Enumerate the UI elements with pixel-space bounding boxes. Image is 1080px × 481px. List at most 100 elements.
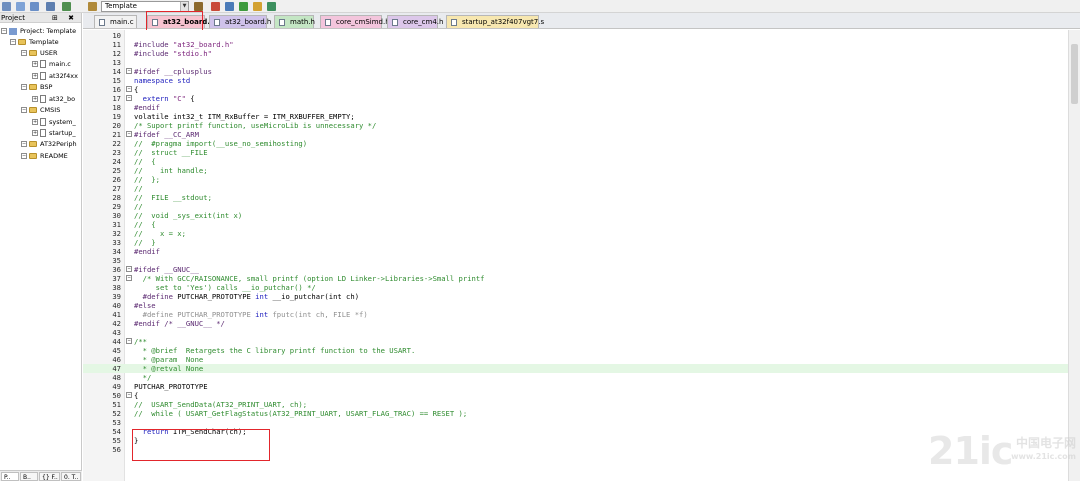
tab-templates[interactable]: 0. T.. <box>61 472 81 481</box>
code-line[interactable]: 36− #ifdef __GNUC__ <box>83 265 1080 274</box>
pack-installer-icon[interactable] <box>253 2 262 11</box>
file-extensions-icon[interactable] <box>211 2 220 11</box>
code-line[interactable]: 43 <box>83 328 1080 337</box>
batch-build-icon[interactable] <box>46 2 55 11</box>
run-time-env-icon[interactable] <box>267 2 276 11</box>
code-line[interactable]: 19 volatile int32_t ITM_RxBuffer = ITM_RX… <box>83 112 1080 121</box>
code-line[interactable]: 20 /* Suport printf function, useMicroLib… <box>83 121 1080 130</box>
tree-item[interactable]: + at32f4xx <box>32 71 78 82</box>
code-line[interactable]: 37− /* With GCC/RAISONANCE, small printf… <box>83 274 1080 283</box>
fold-icon[interactable]: − <box>126 86 132 92</box>
code-editor[interactable]: 10 11 #include "at32_board.h" 12 #include "s… <box>83 30 1080 481</box>
code-line[interactable]: 14− #ifdef __cplusplus <box>83 67 1080 76</box>
code-line[interactable]: 15 namespace std <box>83 76 1080 85</box>
code-line[interactable]: 34 #endif <box>83 247 1080 256</box>
code-line[interactable]: 21− #ifdef __CC_ARM <box>83 130 1080 139</box>
collapse-icon[interactable]: − <box>21 107 27 113</box>
panel-buttons[interactable]: ⊞ ✖ <box>52 13 78 23</box>
fold-icon[interactable]: − <box>126 131 132 137</box>
code-line[interactable]: 44−/** <box>83 337 1080 346</box>
code-line[interactable]: 42 #endif /* __GNUC__ */ <box>83 319 1080 328</box>
tab-functions[interactable]: {} F.. <box>39 472 60 481</box>
code-line[interactable]: 18 #endif <box>83 103 1080 112</box>
code-line[interactable]: 32 // x = x; <box>83 229 1080 238</box>
code-line[interactable]: 10 <box>83 31 1080 40</box>
code-line[interactable]: 38 set to 'Yes') calls __io_putchar() */ <box>83 283 1080 292</box>
options-icon[interactable] <box>88 2 97 11</box>
fold-icon[interactable]: − <box>126 95 132 101</box>
code-line[interactable]: 49 PUTCHAR_PROTOTYPE <box>83 382 1080 391</box>
code-line[interactable]: 41 #define PUTCHAR_PROTOTYPE int fputc(i… <box>83 310 1080 319</box>
tab-books[interactable]: B.. <box>20 472 38 481</box>
code-line[interactable]: 40 #else <box>83 301 1080 310</box>
collapse-icon[interactable]: − <box>1 28 7 34</box>
code-line[interactable]: 22 // #pragma import(__use_no_semihosting… <box>83 139 1080 148</box>
code-line[interactable]: 13 <box>83 58 1080 67</box>
fold-icon[interactable]: − <box>126 338 132 344</box>
collapse-icon[interactable]: − <box>21 141 27 147</box>
chevron-down-icon[interactable]: ▼ <box>180 2 188 11</box>
code-line[interactable]: 47 * @retval None <box>83 364 1080 373</box>
code-line[interactable]: 16−{ <box>83 85 1080 94</box>
code-line[interactable]: 46 * @param None <box>83 355 1080 364</box>
tree-item[interactable]: + main.c <box>32 59 71 70</box>
rebuild-icon[interactable] <box>30 2 39 11</box>
code-line[interactable]: 25 // int handle; <box>83 166 1080 175</box>
target-options-icon[interactable] <box>194 2 203 11</box>
expand-icon[interactable]: + <box>32 61 38 67</box>
fold-icon[interactable]: − <box>126 68 132 74</box>
code-line[interactable]: 30 // void _sys_exit(int x) <box>83 211 1080 220</box>
collapse-icon[interactable]: − <box>21 153 27 159</box>
tab-core-cmsimd-h[interactable]: core_cmSimd.h <box>320 15 390 28</box>
tree-item[interactable]: − CMSIS <box>21 105 60 116</box>
code-line[interactable]: 48 */ <box>83 373 1080 382</box>
code-line[interactable]: 50−{ <box>83 391 1080 400</box>
fold-icon[interactable]: − <box>126 392 132 398</box>
tab-main-c[interactable]: main.c <box>94 15 137 28</box>
code-line[interactable]: 53 <box>83 418 1080 427</box>
code-line[interactable]: 27 // <box>83 184 1080 193</box>
tab-core-cm4-h[interactable]: core_cm4.h <box>387 15 443 28</box>
code-line[interactable]: 12 #include "stdio.h" <box>83 49 1080 58</box>
scrollbar-thumb[interactable] <box>1071 44 1078 104</box>
code-line[interactable]: 51 // USART_SendData(AT32_PRINT_UART, ch)… <box>83 400 1080 409</box>
tree-root[interactable]: − Project: Template <box>1 26 76 37</box>
vertical-scrollbar[interactable] <box>1068 30 1080 481</box>
tree-item[interactable]: − Template <box>10 37 59 48</box>
translate-icon[interactable] <box>2 2 11 11</box>
tree-item[interactable]: − USER <box>21 48 58 59</box>
tab-at32-board-h[interactable]: at32_board.h <box>209 15 271 28</box>
tree-item[interactable]: − README <box>21 151 68 162</box>
expand-icon[interactable]: + <box>32 96 38 102</box>
tree-item[interactable]: + at32_bo <box>32 94 75 105</box>
tree-item[interactable]: − AT32Periph <box>21 139 77 150</box>
code-line[interactable]: 29 // <box>83 202 1080 211</box>
code-line[interactable]: 17− extern "C" { <box>83 94 1080 103</box>
code-line[interactable]: 33 // } <box>83 238 1080 247</box>
tab-project[interactable]: P.. <box>1 472 19 481</box>
select-packs-icon[interactable] <box>239 2 248 11</box>
tree-item[interactable]: + startup_ <box>32 128 76 139</box>
expand-icon[interactable]: + <box>32 119 38 125</box>
fold-icon[interactable]: − <box>126 266 132 272</box>
code-line[interactable]: 24 // { <box>83 157 1080 166</box>
collapse-icon[interactable]: − <box>21 84 27 90</box>
code-line[interactable]: 26 // }; <box>83 175 1080 184</box>
code-line[interactable]: 35 <box>83 256 1080 265</box>
collapse-icon[interactable]: − <box>10 39 16 45</box>
expand-icon[interactable]: + <box>32 130 38 136</box>
code-line[interactable]: 52 // while ( USART_GetFlagStatus(AT32_PR… <box>83 409 1080 418</box>
code-line[interactable]: 45 * @brief Retargets the C library prin… <box>83 346 1080 355</box>
code-line[interactable]: 31 // { <box>83 220 1080 229</box>
tree-item[interactable]: + system_ <box>32 117 76 128</box>
manage-components-icon[interactable] <box>225 2 234 11</box>
download-icon[interactable] <box>62 2 71 11</box>
code-line[interactable]: 28 // FILE __stdout; <box>83 193 1080 202</box>
expand-icon[interactable]: + <box>32 73 38 79</box>
fold-icon[interactable]: − <box>126 275 132 281</box>
code-line[interactable]: 11 #include "at32_board.h" <box>83 40 1080 49</box>
code-line[interactable]: 39 #define PUTCHAR_PROTOTYPE int __io_pu… <box>83 292 1080 301</box>
code-line[interactable]: 23 // struct __FILE <box>83 148 1080 157</box>
tab-startup-s[interactable]: startup_at32f407vgt7.s <box>446 15 544 28</box>
build-icon[interactable] <box>16 2 25 11</box>
